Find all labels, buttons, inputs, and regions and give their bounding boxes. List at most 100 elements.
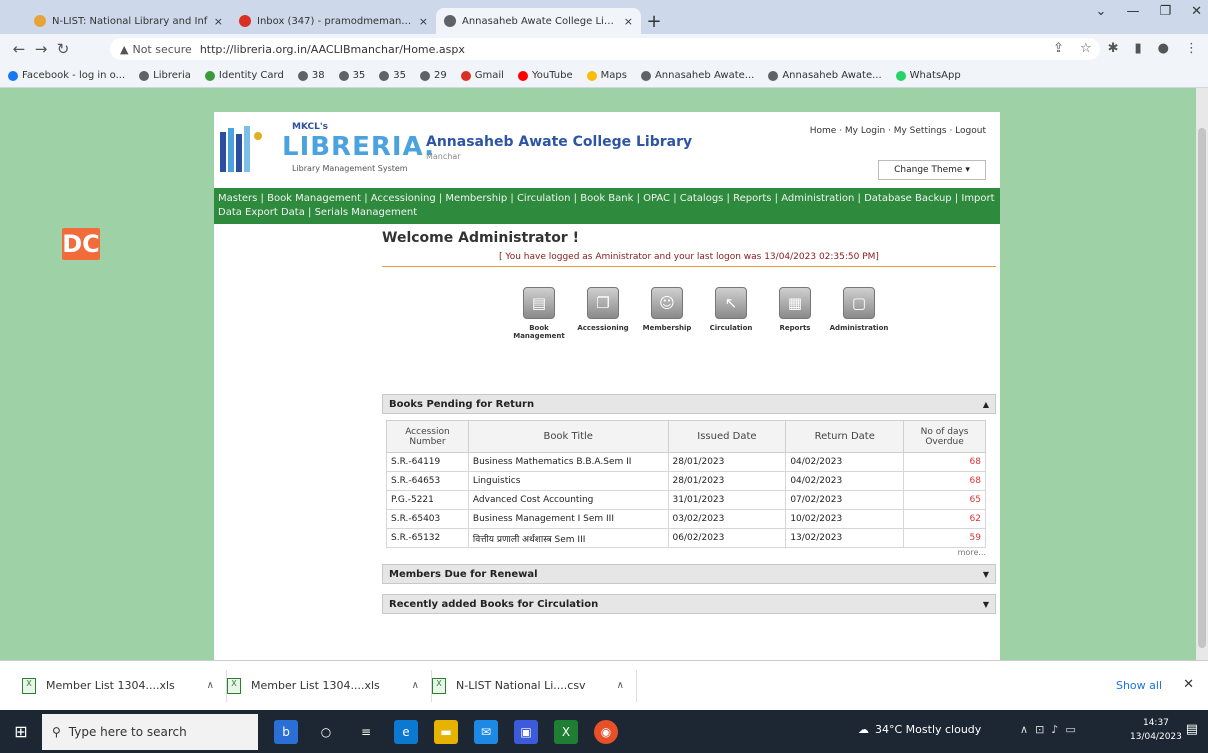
bookmark-item[interactable]: 35 — [379, 70, 406, 81]
bookmark-item[interactable]: Gmail — [460, 70, 504, 81]
bookmark-item[interactable]: 35 — [338, 70, 365, 81]
bookmark-favicon-icon — [8, 70, 18, 81]
module-icon[interactable]: ❐ — [587, 287, 619, 319]
store-icon[interactable]: ▣ — [514, 719, 538, 744]
share-icon[interactable]: ⇪ — [1053, 41, 1064, 56]
browser-tab-active[interactable]: Annasaheb Awate College Librar × — [436, 8, 641, 34]
download-menu-icon[interactable]: ∧ — [412, 680, 419, 691]
browser-tab[interactable]: Inbox (347) - pramodmemane31 × — [231, 8, 436, 34]
file-explorer-icon[interactable]: ▬ — [434, 719, 458, 744]
page-scrollbar[interactable] — [1196, 88, 1208, 660]
taskbar-clock[interactable]: 14:37 13/04/2023 — [1130, 716, 1182, 744]
close-downloads-icon[interactable]: ✕ — [1183, 677, 1194, 692]
windows-start-icon[interactable]: ⊞ — [0, 722, 42, 741]
module-icon[interactable]: ▢ — [843, 287, 875, 319]
module-label[interactable]: Membership — [643, 324, 692, 332]
quick-icon-item[interactable]: ☺ Membership — [642, 287, 692, 340]
reload-icon[interactable]: ↻ — [52, 40, 74, 58]
profile-avatar[interactable]: ● — [1158, 41, 1169, 56]
tab-search-icon[interactable]: ⌄ — [1096, 4, 1107, 19]
quick-icon-item[interactable]: ❐ Accessioning — [577, 287, 629, 340]
download-menu-icon[interactable]: ∧ — [617, 680, 624, 691]
logo-subtitle: Library Management System — [292, 164, 408, 173]
bookmark-item[interactable]: YouTube — [517, 70, 573, 81]
module-label[interactable]: Accessioning — [577, 324, 628, 332]
main-menu[interactable]: Masters | Book Management | Accessioning… — [214, 188, 1000, 224]
bookmark-item[interactable]: Maps — [586, 70, 627, 81]
quick-icon-item[interactable]: ↖ Circulation — [706, 287, 756, 340]
change-theme-button[interactable]: Change Theme ▾ — [878, 160, 986, 180]
bookmark-item[interactable]: Annasaheb Awate... — [640, 70, 754, 81]
task-view-icon[interactable]: ○ — [314, 720, 338, 744]
cell-title: Business Mathematics B.B.A.Sem II — [467, 452, 669, 472]
download-item[interactable]: X N-LIST National Li....csv ∧ — [432, 669, 637, 702]
system-tray[interactable]: ∧ ⊡ ♪ ▭ — [1020, 723, 1076, 736]
bookmark-item[interactable]: 29 — [420, 70, 447, 81]
recent-books-header[interactable]: Recently added Books for Circulation ▼ — [382, 594, 996, 614]
weather-widget[interactable]: ☁ 34°C Mostly cloudy — [858, 723, 981, 736]
bookmark-item[interactable]: Identity Card — [204, 70, 284, 81]
taskbar-search[interactable]: ⚲ Type here to search — [42, 713, 258, 750]
module-icon[interactable]: ↖ — [715, 287, 747, 319]
collapse-icon[interactable]: ▲ — [983, 400, 989, 409]
tray-chevron-icon[interactable]: ∧ — [1020, 723, 1028, 736]
excel-icon[interactable]: X — [554, 719, 578, 744]
back-icon[interactable]: ← — [8, 40, 30, 58]
tab-close-icon[interactable]: × — [214, 15, 223, 28]
tab-close-icon[interactable]: × — [419, 15, 428, 28]
module-icon[interactable]: ▦ — [779, 287, 811, 319]
weather-text: 34°C Mostly cloudy — [875, 723, 982, 736]
module-icon[interactable]: ☺ — [651, 287, 683, 319]
module-label[interactable]: Circulation — [710, 324, 753, 332]
maximize-icon[interactable]: ❐ — [1159, 4, 1171, 19]
bookmark-item[interactable]: Libreria — [139, 70, 191, 81]
download-item[interactable]: X Member List 1304....xls ∧ — [227, 669, 432, 702]
module-label[interactable]: Administration — [830, 324, 889, 332]
browser-tab[interactable]: N-LIST: National Library and Inf × — [26, 8, 231, 34]
bing-icon[interactable]: b — [274, 719, 298, 744]
quick-icon-item[interactable]: ▢ Administration — [830, 287, 888, 340]
module-label[interactable]: Reports — [780, 324, 811, 332]
close-window-icon[interactable]: ✕ — [1191, 4, 1202, 19]
bookmark-item[interactable]: 38 — [297, 70, 325, 81]
module-label[interactable]: Book Management — [513, 324, 565, 340]
chrome-icon[interactable]: ◉ — [594, 719, 618, 744]
cell-overdue: 62 — [903, 509, 986, 529]
books-pending-header[interactable]: Books Pending for Return ▲ — [382, 394, 996, 414]
more-link[interactable]: more... — [386, 548, 986, 562]
new-tab-button[interactable]: + — [641, 8, 667, 34]
warning-icon[interactable]: ▲ — [120, 43, 128, 56]
sidepanel-icon[interactable]: ▮ — [1135, 41, 1142, 56]
scrollbar-thumb[interactable] — [1198, 128, 1206, 648]
minimize-icon[interactable]: — — [1126, 4, 1139, 19]
widgets-icon[interactable]: ≡ — [354, 720, 378, 744]
mail-icon[interactable]: ✉ — [474, 719, 498, 744]
quick-icon-item[interactable]: ▦ Reports — [770, 287, 820, 340]
battery-icon[interactable]: ▭ — [1065, 723, 1075, 736]
menu-icon[interactable]: ⋮ — [1185, 41, 1198, 56]
module-icon[interactable]: ▤ — [523, 287, 555, 319]
extensions-icon[interactable]: ✱ — [1108, 41, 1119, 56]
url-input[interactable]: ▲ Not secure http://libreria.org.in/AACL… — [110, 38, 1100, 60]
members-due-header[interactable]: Members Due for Renewal ▼ — [382, 564, 996, 584]
bookmark-item[interactable]: Annasaheb Awate... — [768, 70, 882, 81]
bookmark-item[interactable]: WhatsApp — [895, 70, 961, 81]
speaker-icon[interactable]: ♪ — [1051, 723, 1058, 736]
forward-icon[interactable]: → — [30, 40, 52, 58]
show-all-button[interactable]: Show all — [1116, 679, 1162, 692]
network-icon[interactable]: ⊡ — [1035, 723, 1044, 736]
not-secure-label[interactable]: Not secure — [132, 43, 191, 56]
tab-close-icon[interactable]: × — [624, 15, 633, 28]
bookmark-star-icon[interactable]: ☆ — [1080, 41, 1092, 56]
url-text[interactable]: http://libreria.org.in/AACLIBmanchar/Hom… — [200, 43, 465, 56]
tab-title: N-LIST: National Library and Inf — [52, 15, 208, 27]
top-links[interactable]: Home · My Login · My Settings · Logout — [810, 126, 986, 136]
quick-icon-item[interactable]: ▤ Book Management — [513, 287, 565, 340]
expand-icon[interactable]: ▼ — [983, 570, 989, 579]
bookmark-item[interactable]: Facebook - log in o... — [8, 70, 125, 81]
expand-icon[interactable]: ▼ — [983, 600, 989, 609]
notifications-icon[interactable]: ▤ — [1186, 722, 1198, 737]
edge-icon[interactable]: e — [394, 719, 418, 744]
download-item[interactable]: X Member List 1304....xls ∧ — [22, 669, 227, 702]
download-menu-icon[interactable]: ∧ — [207, 680, 214, 691]
